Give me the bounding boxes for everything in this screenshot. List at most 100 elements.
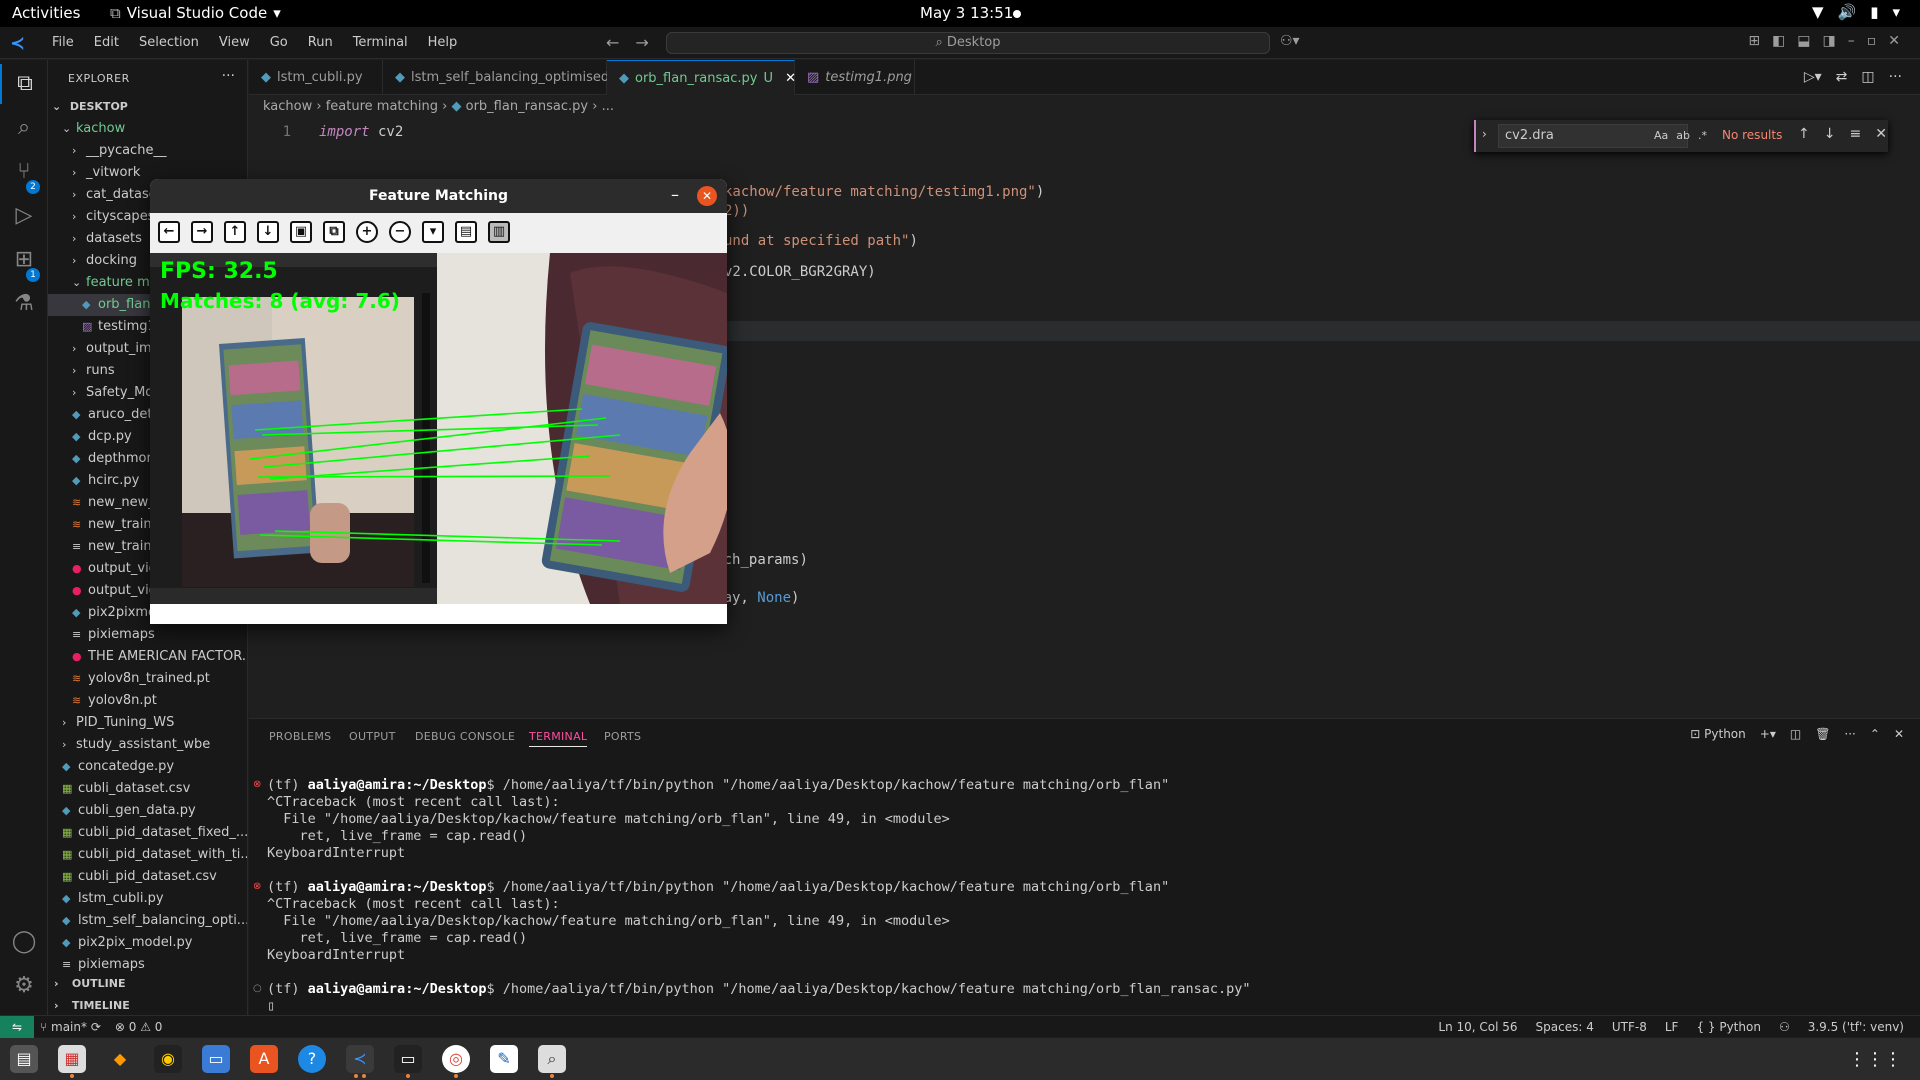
menu-view[interactable]: View: [209, 35, 260, 50]
open-changes-icon[interactable]: ⇄: [1836, 69, 1848, 85]
menu-file[interactable]: File: [42, 35, 84, 50]
feature-matching-window[interactable]: Feature Matching – ✕ ← → ↑ ↓ ▣ ⧉ + − ▾ ▤…: [150, 179, 727, 624]
toggle-panel-icon[interactable]: ⬓: [1797, 33, 1810, 49]
close-window-button[interactable]: ✕: [697, 186, 717, 206]
split-editor-icon[interactable]: ◫: [1861, 69, 1874, 85]
minimize-icon[interactable]: –: [671, 185, 679, 204]
zoom-fit-icon[interactable]: ▣: [290, 221, 312, 243]
explorer-icon[interactable]: ⧉: [0, 64, 48, 104]
zoom-out-icon[interactable]: −: [389, 221, 411, 243]
close-panel-icon[interactable]: ✕: [1894, 727, 1904, 741]
tree-folder[interactable]: ⌄ kachow: [48, 118, 247, 140]
breadcrumb-item[interactable]: orb_flan_ransac.py: [466, 99, 588, 114]
save-image-icon[interactable]: ▾: [422, 221, 444, 243]
extensions-icon[interactable]: ⊞: [0, 240, 48, 280]
next-match-icon[interactable]: ↓: [1824, 126, 1836, 142]
run-debug-icon[interactable]: ▷: [0, 196, 48, 236]
zoom-original-icon[interactable]: ⧉: [323, 221, 345, 243]
tree-file[interactable]: ≡ pixiemaps: [48, 624, 247, 646]
indentation[interactable]: Spaces: 4: [1536, 1016, 1594, 1038]
use-regex-toggle[interactable]: .*: [1698, 129, 1707, 142]
split-terminal-icon[interactable]: ◫: [1790, 727, 1801, 741]
system-tray[interactable]: ▼ 🔊 ▮ ▾: [1812, 3, 1900, 21]
menu-edit[interactable]: Edit: [84, 35, 129, 50]
properties-icon[interactable]: ▥: [488, 221, 510, 243]
tree-file[interactable]: ▦ cubli_pid_dataset_fixed_...: [48, 822, 247, 844]
vscode-dock-icon[interactable]: ≺: [346, 1045, 374, 1073]
settings-gear-icon[interactable]: ⚙: [0, 966, 48, 1006]
tree-file[interactable]: ◆ cubli_gen_data.py: [48, 800, 247, 822]
toggle-sidebar-icon[interactable]: ◧: [1772, 33, 1785, 49]
copilot-status-icon[interactable]: ⚇: [1779, 1016, 1790, 1038]
close-icon[interactable]: ✕: [1888, 33, 1900, 49]
copilot-icon[interactable]: ⚇▾: [1280, 33, 1300, 49]
problems-indicator[interactable]: ⊗ 0 ⚠ 0: [115, 1016, 163, 1038]
text-editor-icon[interactable]: ✎: [490, 1045, 518, 1073]
chrome-icon[interactable]: ◎: [442, 1045, 470, 1073]
pan-down-icon[interactable]: ↓: [257, 221, 279, 243]
cursor-position[interactable]: Ln 10, Col 56: [1438, 1016, 1517, 1038]
remote-indicator-icon[interactable]: ⇋: [0, 1016, 34, 1038]
menu-terminal[interactable]: Terminal: [343, 35, 418, 50]
close-find-icon[interactable]: ✕: [1875, 126, 1887, 142]
menu-go[interactable]: Go: [260, 35, 298, 50]
command-center[interactable]: ⌕ Desktop: [666, 32, 1270, 54]
panel-tab-terminal[interactable]: TERMINAL: [529, 730, 588, 747]
app-center-icon[interactable]: A: [250, 1045, 278, 1073]
tree-file[interactable]: ▦ cubli_pid_dataset.csv: [48, 866, 247, 888]
maximize-panel-icon[interactable]: ⌃: [1870, 727, 1880, 741]
tree-file[interactable]: ● THE AMERICAN FACTOR...: [48, 646, 247, 668]
image-viewer-icon[interactable]: ⌕: [538, 1045, 566, 1073]
tree-root-desktop[interactable]: ⌄ DESKTOP: [48, 96, 247, 118]
customize-layout-icon[interactable]: ⊞: [1748, 33, 1760, 49]
more-actions-icon[interactable]: ···: [1889, 69, 1902, 85]
match-whole-word-toggle[interactable]: ab: [1676, 129, 1690, 142]
breadcrumb-item[interactable]: kachow: [263, 99, 312, 114]
files-icon[interactable]: ▤: [10, 1045, 38, 1073]
breadcrumb-item[interactable]: feature matching: [326, 99, 438, 114]
tree-file[interactable]: ◆ concatedge.py: [48, 756, 247, 778]
more-actions-icon[interactable]: ···: [222, 68, 235, 84]
search-icon[interactable]: ⌕: [0, 108, 48, 148]
kill-terminal-icon[interactable]: 🗑: [1815, 727, 1830, 741]
panel-tab-ports[interactable]: PORTS: [604, 730, 641, 743]
window-title[interactable]: Feature Matching: [150, 179, 727, 213]
pan-right-icon[interactable]: →: [191, 221, 213, 243]
testing-icon[interactable]: ⚗: [0, 284, 48, 324]
tree-folder[interactable]: › study_assistant_wbe: [48, 734, 247, 756]
close-tab-icon[interactable]: ✕: [781, 71, 796, 86]
tab-orb-flan-ransac-py[interactable]: ◆ orb_flan_ransac.py U ✕: [607, 60, 796, 95]
terminal-dock-icon[interactable]: ▭: [394, 1045, 422, 1073]
sublime-text-icon[interactable]: ◆: [106, 1045, 134, 1073]
panel-tab-problems[interactable]: PROBLEMS: [269, 730, 331, 743]
menu-run[interactable]: Run: [298, 35, 343, 50]
clock[interactable]: May 3 13:51: [920, 4, 1013, 22]
find-in-selection-icon[interactable]: ≡: [1849, 126, 1861, 142]
previous-match-icon[interactable]: ↑: [1798, 126, 1810, 142]
menu-help[interactable]: Help: [418, 35, 468, 50]
tree-file[interactable]: ▦ cubli_pid_dataset_with_ti...: [48, 844, 247, 866]
document-viewer-icon[interactable]: ▦: [58, 1045, 86, 1073]
breadcrumb-item[interactable]: ...: [602, 99, 614, 114]
tree-file[interactable]: ◆ pix2pix_model.py: [48, 932, 247, 954]
source-control-icon[interactable]: ⑂: [0, 152, 48, 192]
terminal-shell-selector[interactable]: ⊡ Python: [1690, 727, 1746, 741]
tree-file[interactable]: ≋ yolov8n.pt: [48, 690, 247, 712]
tree-file[interactable]: ◆ lstm_cubli.py: [48, 888, 247, 910]
forward-arrow-icon[interactable]: →: [635, 33, 648, 52]
tree-folder[interactable]: › PID_Tuning_WS: [48, 712, 247, 734]
toggle-replace-icon[interactable]: ›: [1482, 127, 1487, 141]
activities-button[interactable]: Activities: [12, 4, 80, 22]
rhythmbox-icon[interactable]: ◉: [154, 1045, 182, 1073]
tab-testimg1-png[interactable]: ▨ testimg1.png: [795, 60, 915, 95]
maximize-icon[interactable]: ▫: [1867, 33, 1877, 49]
new-terminal-icon[interactable]: +▾: [1760, 727, 1776, 741]
run-python-icon[interactable]: ▷▾: [1804, 69, 1822, 85]
encoding[interactable]: UTF-8: [1612, 1016, 1647, 1038]
panel-tab-debug-console[interactable]: DEBUG CONSOLE: [415, 730, 515, 743]
zoom-in-icon[interactable]: +: [356, 221, 378, 243]
app-menu[interactable]: ⧉ Visual Studio Code ▾: [110, 4, 281, 22]
copy-clipboard-icon[interactable]: ▤: [455, 221, 477, 243]
show-apps-icon[interactable]: ⋮⋮⋮: [1848, 1049, 1902, 1070]
tree-file[interactable]: ≋ yolov8n_trained.pt: [48, 668, 247, 690]
